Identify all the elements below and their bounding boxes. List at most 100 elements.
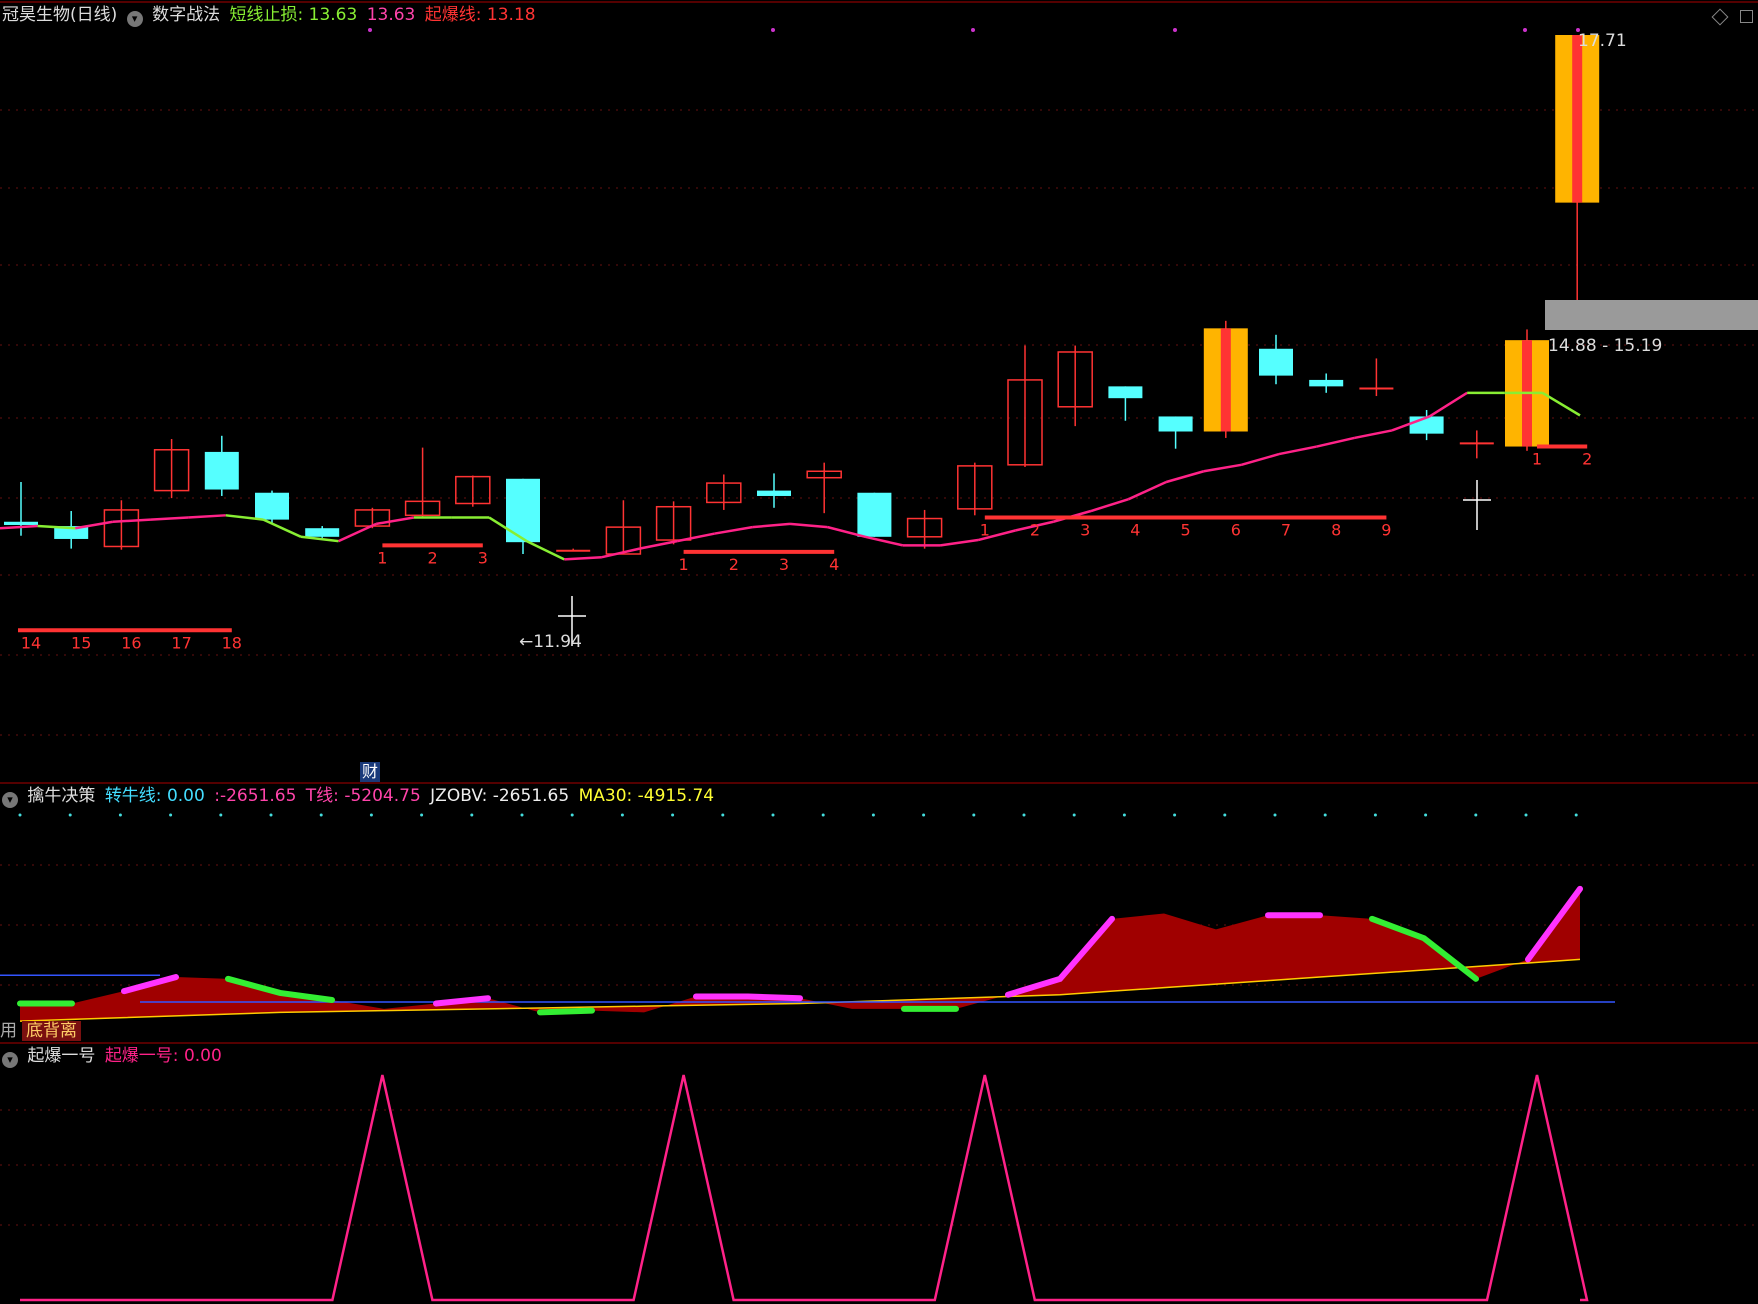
low-label: ←11.94: [519, 632, 582, 652]
burst-count-label: 5: [1181, 520, 1191, 539]
burst-count-label: 2: [1030, 520, 1040, 539]
burst-count-label: 3: [779, 555, 789, 574]
cyan-dot: [671, 813, 675, 817]
burst-count-label: 9: [1381, 520, 1391, 539]
blank-value-2: :-2651.65: [214, 786, 297, 806]
burst-count-label: 18: [222, 633, 242, 652]
cyan-dot: [18, 813, 22, 817]
burst-count-label: 2: [428, 548, 438, 567]
burst-count-label: 4: [1130, 520, 1140, 539]
square-icon[interactable]: [1740, 10, 1753, 23]
candle-body-down: [1259, 348, 1293, 376]
ma30-label: MA30:: [578, 786, 633, 806]
top-marker-dot: [1523, 28, 1527, 32]
short-stop-label: 短线止损:: [229, 5, 304, 25]
indicator-name[interactable]: 数字战法: [152, 5, 220, 25]
burst-count-label: 3: [1080, 520, 1090, 539]
panel3-header: ▾ 起爆一号 起爆一号: 0.00: [2, 1046, 226, 1068]
candle-body-down: [1158, 416, 1193, 432]
candle-body-down: [1409, 416, 1444, 434]
stop-line-segment: [300, 535, 339, 543]
candle-body-down: [857, 492, 892, 537]
cyan-dot: [922, 813, 926, 817]
burst-count-label: 14: [21, 633, 41, 652]
stop-line-segment: [564, 555, 602, 561]
burst-count-label: 7: [1281, 520, 1291, 539]
cyan-dot: [319, 813, 323, 817]
burst-count-label: 2: [1582, 450, 1592, 469]
burst-count-label: 1: [980, 520, 990, 539]
cyan-dot: [219, 813, 223, 817]
stop-line-segment: [1316, 436, 1355, 448]
panel3-title[interactable]: 起爆一号: [27, 1046, 95, 1066]
cyan-dot: [118, 813, 122, 817]
candle-body-down: [255, 492, 289, 520]
top-marker-dot: [1173, 28, 1177, 32]
burst1-label: 起爆一号:: [104, 1046, 179, 1066]
cai-badge[interactable]: 财: [360, 762, 381, 782]
panel2-title[interactable]: 擒牛决策: [27, 786, 95, 806]
stop-line-segment: [112, 518, 151, 524]
cyan-dot: [1122, 813, 1126, 817]
range-box: [1545, 300, 1758, 330]
cyan-dot: [68, 813, 72, 817]
cyan-dot: [771, 813, 775, 817]
burst-value: 13.18: [486, 5, 536, 25]
jzobv-label: JZOBV:: [430, 786, 488, 806]
stop-line-segment: [0, 524, 38, 530]
stop-line-segment: [188, 514, 226, 519]
cyan-dot: [1424, 813, 1428, 817]
stop-line-segment: [789, 522, 828, 529]
t-value: -5204.75: [344, 786, 421, 806]
cyan-dot: [620, 813, 624, 817]
t-label: T线:: [305, 786, 339, 806]
cyan-dot: [871, 813, 875, 817]
side-label: 用: [0, 1021, 17, 1041]
burst-label: 起爆线:: [424, 5, 482, 25]
obv-green-segment: [537, 1007, 595, 1016]
candle-body-center: [1572, 35, 1583, 203]
burst-count-label: 17: [171, 633, 191, 652]
top-marker-dot: [368, 28, 372, 32]
burst-count-label: 1: [1532, 450, 1542, 469]
obv-magenta-segment: [693, 993, 803, 1002]
candle-body-down: [4, 521, 38, 525]
cyan-dot: [721, 813, 725, 817]
settings-icon[interactable]: ▾: [126, 11, 143, 27]
blank-value-1: 13.63: [366, 5, 416, 25]
cyan-dot: [1574, 813, 1578, 817]
stop-line-segment: [1241, 452, 1280, 467]
burst-count-label: 2: [729, 555, 739, 574]
panel2-settings-icon[interactable]: ▾: [2, 792, 18, 808]
top-marker-dot: [771, 28, 775, 32]
burst-peak-line: [20, 1074, 1589, 1302]
stop-line-segment: [1354, 429, 1393, 440]
burst-count-label: 15: [71, 633, 91, 652]
candle-body-down: [204, 451, 239, 490]
stop-line-segment: [262, 518, 302, 538]
candle-body-center: [1220, 328, 1231, 432]
stop-line-segment: [864, 535, 904, 547]
panel2-header: ▾ 擒牛决策 转牛线: 0.00 :-2651.65 T线: -5204.75 …: [2, 786, 718, 808]
turn-label: 转牛线:: [104, 786, 162, 806]
cyan-dot: [570, 813, 574, 817]
ma30-value: -4915.74: [637, 786, 715, 806]
cyan-dot: [1223, 813, 1227, 817]
cyan-dot: [1173, 813, 1177, 817]
panel1-header: 冠昊生物(日线) ▾ 数字战法 短线止损: 13.63 13.63 起爆线: 1…: [2, 5, 540, 27]
stop-line-segment: [1428, 391, 1468, 418]
cyan-dot: [420, 813, 424, 817]
burst-count-label: 16: [121, 633, 141, 652]
chart-canvas: 1 2 3 1 2 3 4 1 2 3 4 5 6 7 8 9 1 2 14 15 16 17 18: [0, 1, 1758, 1302]
cyan-dot: [821, 813, 825, 817]
diverge-label: 底背离: [22, 1021, 81, 1041]
cyan-dot: [1474, 813, 1478, 817]
stop-line-segment: [1278, 445, 1317, 456]
cyan-dot: [169, 813, 173, 817]
cyan-dot: [1273, 813, 1277, 817]
stop-line-segment: [75, 520, 114, 530]
candle-body-down: [1108, 386, 1143, 399]
stop-line-segment: [676, 532, 716, 543]
panel3-settings-icon[interactable]: ▾: [2, 1052, 18, 1068]
stop-line-segment: [940, 538, 979, 547]
